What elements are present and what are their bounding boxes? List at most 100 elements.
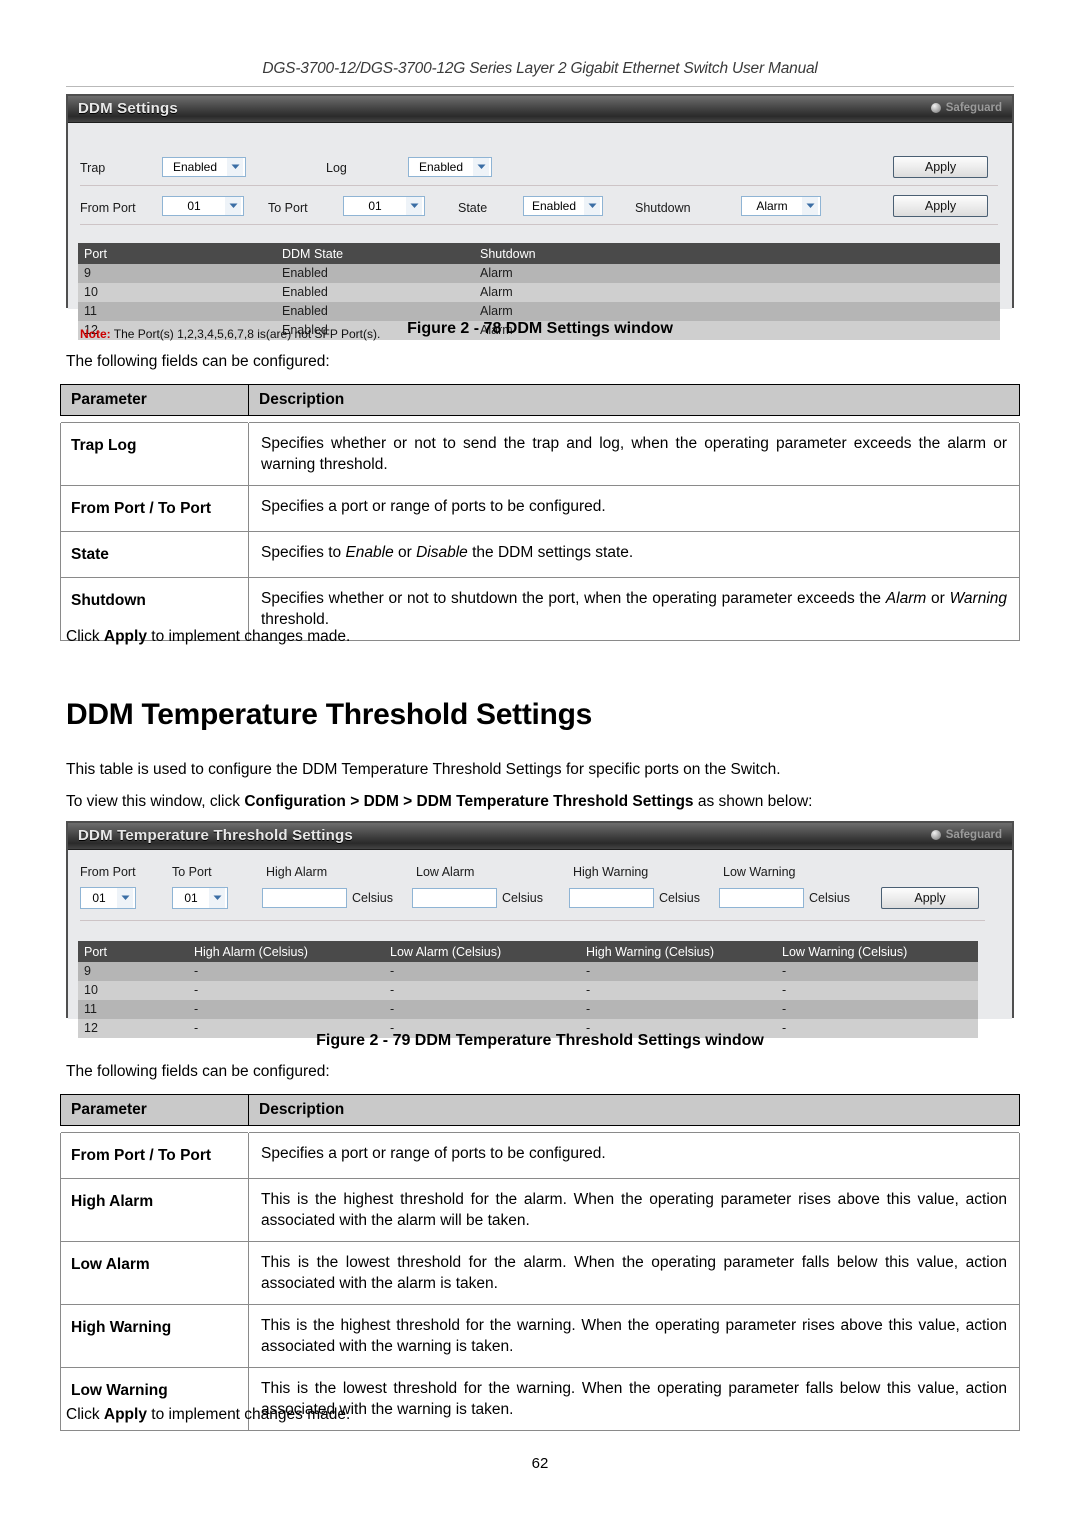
high-alarm-unit: Celsius <box>352 891 393 905</box>
grid-header-row: Port High Alarm (Celsius) Low Alarm (Cel… <box>78 941 978 962</box>
figure-2-caption: Figure 2 - 79 DDM Temperature Threshold … <box>316 1032 764 1049</box>
cell-ddm-state: Enabled <box>276 264 474 283</box>
trap-select-value: Enabled <box>172 160 218 174</box>
grid-col-high-alarm: High Alarm (Celsius) <box>188 941 384 962</box>
table-row: 10 - - - - <box>78 981 978 1000</box>
apply-button-port-settings[interactable]: Apply <box>893 195 988 217</box>
apply-button-threshold[interactable]: Apply <box>881 887 979 909</box>
nav-post: as shown below: <box>693 793 813 810</box>
chevron-down-icon <box>406 197 422 215</box>
cell-ddm-state: Enabled <box>276 283 474 302</box>
table-row: Trap Log Specifies whether or not to sen… <box>60 422 1020 486</box>
from-port-select[interactable]: 01 <box>162 196 244 216</box>
desc-mid: or <box>393 544 417 561</box>
figure-1-caption: Figure 2 - 78 DDM Settings window <box>407 320 673 337</box>
apply-note-1: Click Apply to implement changes made. <box>66 627 350 647</box>
from-port-label: From Port <box>80 865 136 879</box>
grid-col-shutdown: Shutdown <box>474 243 1000 264</box>
table-row: From Port / To Port Specifies a port or … <box>60 1132 1020 1179</box>
to-port-select[interactable]: 01 <box>172 887 228 909</box>
low-alarm-label: Low Alarm <box>416 865 475 879</box>
cell-port: 10 <box>78 981 188 1000</box>
desc-em-1: Alarm <box>885 590 927 607</box>
cell-shutdown: Alarm <box>474 264 1000 283</box>
window-title-text: DDM Temperature Threshold Settings <box>78 827 353 844</box>
param-name: State <box>60 531 249 578</box>
chevron-down-icon <box>225 197 241 215</box>
from-port-select-value: 01 <box>92 891 106 905</box>
to-port-select-value: 01 <box>368 199 382 213</box>
high-warning-input[interactable] <box>569 888 654 908</box>
table-row: High Alarm This is the highest threshold… <box>60 1178 1020 1242</box>
cell-port: 11 <box>78 302 276 321</box>
section-navigation-path: To view this window, click Configuration… <box>66 792 812 812</box>
param-description: This is the lowest threshold for the ala… <box>248 1241 1020 1305</box>
high-warning-unit: Celsius <box>659 891 700 905</box>
table-row: High Warning This is the highest thresho… <box>60 1304 1020 1368</box>
param-description: Specifies whether or not to send the tra… <box>248 422 1020 486</box>
apply-button-trap-log[interactable]: Apply <box>893 156 988 178</box>
safeguard-icon <box>930 830 941 840</box>
grid-col-port: Port <box>78 941 188 962</box>
param-name: Trap Log <box>60 422 249 486</box>
parameter-table-2: Parameter Description From Port / To Por… <box>60 1094 1020 1431</box>
low-warning-unit: Celsius <box>809 891 850 905</box>
to-port-select[interactable]: 01 <box>343 196 425 216</box>
cell-port: 10 <box>78 283 276 302</box>
cell-port: 11 <box>78 1000 188 1019</box>
col-description: Description <box>248 384 1020 416</box>
apply-note-1-bold: Apply <box>103 628 147 645</box>
state-select[interactable]: Enabled <box>523 196 603 216</box>
state-label: State <box>458 201 488 215</box>
desc-post: the DDM settings state. <box>467 544 634 561</box>
from-port-select[interactable]: 01 <box>80 887 136 909</box>
desc-em-1: Enable <box>345 544 394 561</box>
chevron-down-icon <box>209 888 225 908</box>
param-name: High Alarm <box>60 1178 249 1242</box>
apply-note-2-bold: Apply <box>103 1406 147 1423</box>
cell-port: 9 <box>78 264 276 283</box>
log-select-value: Enabled <box>418 160 464 174</box>
cell-low-warning: - <box>776 981 978 1000</box>
cell-high-warning: - <box>580 962 776 981</box>
cell-low-alarm: - <box>384 1000 580 1019</box>
low-warning-input[interactable] <box>719 888 804 908</box>
page-number: 62 <box>531 1455 549 1472</box>
param-description: This is the lowest threshold for the war… <box>248 1367 1020 1431</box>
log-select[interactable]: Enabled <box>408 157 492 177</box>
nav-pre: To view this window, click <box>66 793 245 810</box>
shutdown-select[interactable]: Alarm <box>741 196 821 216</box>
safeguard-indicator: Safeguard <box>930 102 1002 114</box>
cell-high-warning: - <box>580 981 776 1000</box>
trap-select[interactable]: Enabled <box>162 157 246 177</box>
param-description: This is the highest threshold for the wa… <box>248 1304 1020 1368</box>
cell-high-alarm: - <box>188 1000 384 1019</box>
shutdown-label: Shutdown <box>635 201 691 215</box>
chevron-down-icon <box>802 197 818 215</box>
low-warning-label: Low Warning <box>723 865 796 879</box>
col-parameter: Parameter <box>60 384 249 416</box>
table-spacer-row <box>60 415 1020 423</box>
apply-note-1-pre: Click <box>66 628 104 645</box>
cell-shutdown: Alarm <box>474 283 1000 302</box>
grid-col-port: Port <box>78 243 276 264</box>
window-title-bar: DDM Settings Safeguard <box>68 96 1012 123</box>
safeguard-label: Safeguard <box>945 829 1002 841</box>
cell-low-warning: - <box>776 1000 978 1019</box>
table-row: From Port / To Port Specifies a port or … <box>60 485 1020 532</box>
high-warning-label: High Warning <box>573 865 649 879</box>
apply-note-2-post: to implement changes made. <box>146 1406 351 1423</box>
table-row: State Specifies to Enable or Disable the… <box>60 531 1020 578</box>
safeguard-label: Safeguard <box>945 102 1002 114</box>
window-body: Trap Enabled Log Enabled Apply From Port… <box>68 123 1012 341</box>
cell-high-alarm: - <box>188 962 384 981</box>
chevron-down-icon <box>473 158 489 176</box>
safeguard-indicator: Safeguard <box>930 829 1002 841</box>
chevron-down-icon <box>227 158 243 176</box>
temperature-threshold-grid: Port High Alarm (Celsius) Low Alarm (Cel… <box>78 941 978 1038</box>
section-divider-1 <box>80 185 998 186</box>
high-alarm-input[interactable] <box>262 888 347 908</box>
param-description: Specifies to Enable or Disable the DDM s… <box>248 531 1020 578</box>
low-alarm-input[interactable] <box>412 888 497 908</box>
ddm-settings-window: DDM Settings Safeguard Trap Enabled Log … <box>66 94 1014 341</box>
